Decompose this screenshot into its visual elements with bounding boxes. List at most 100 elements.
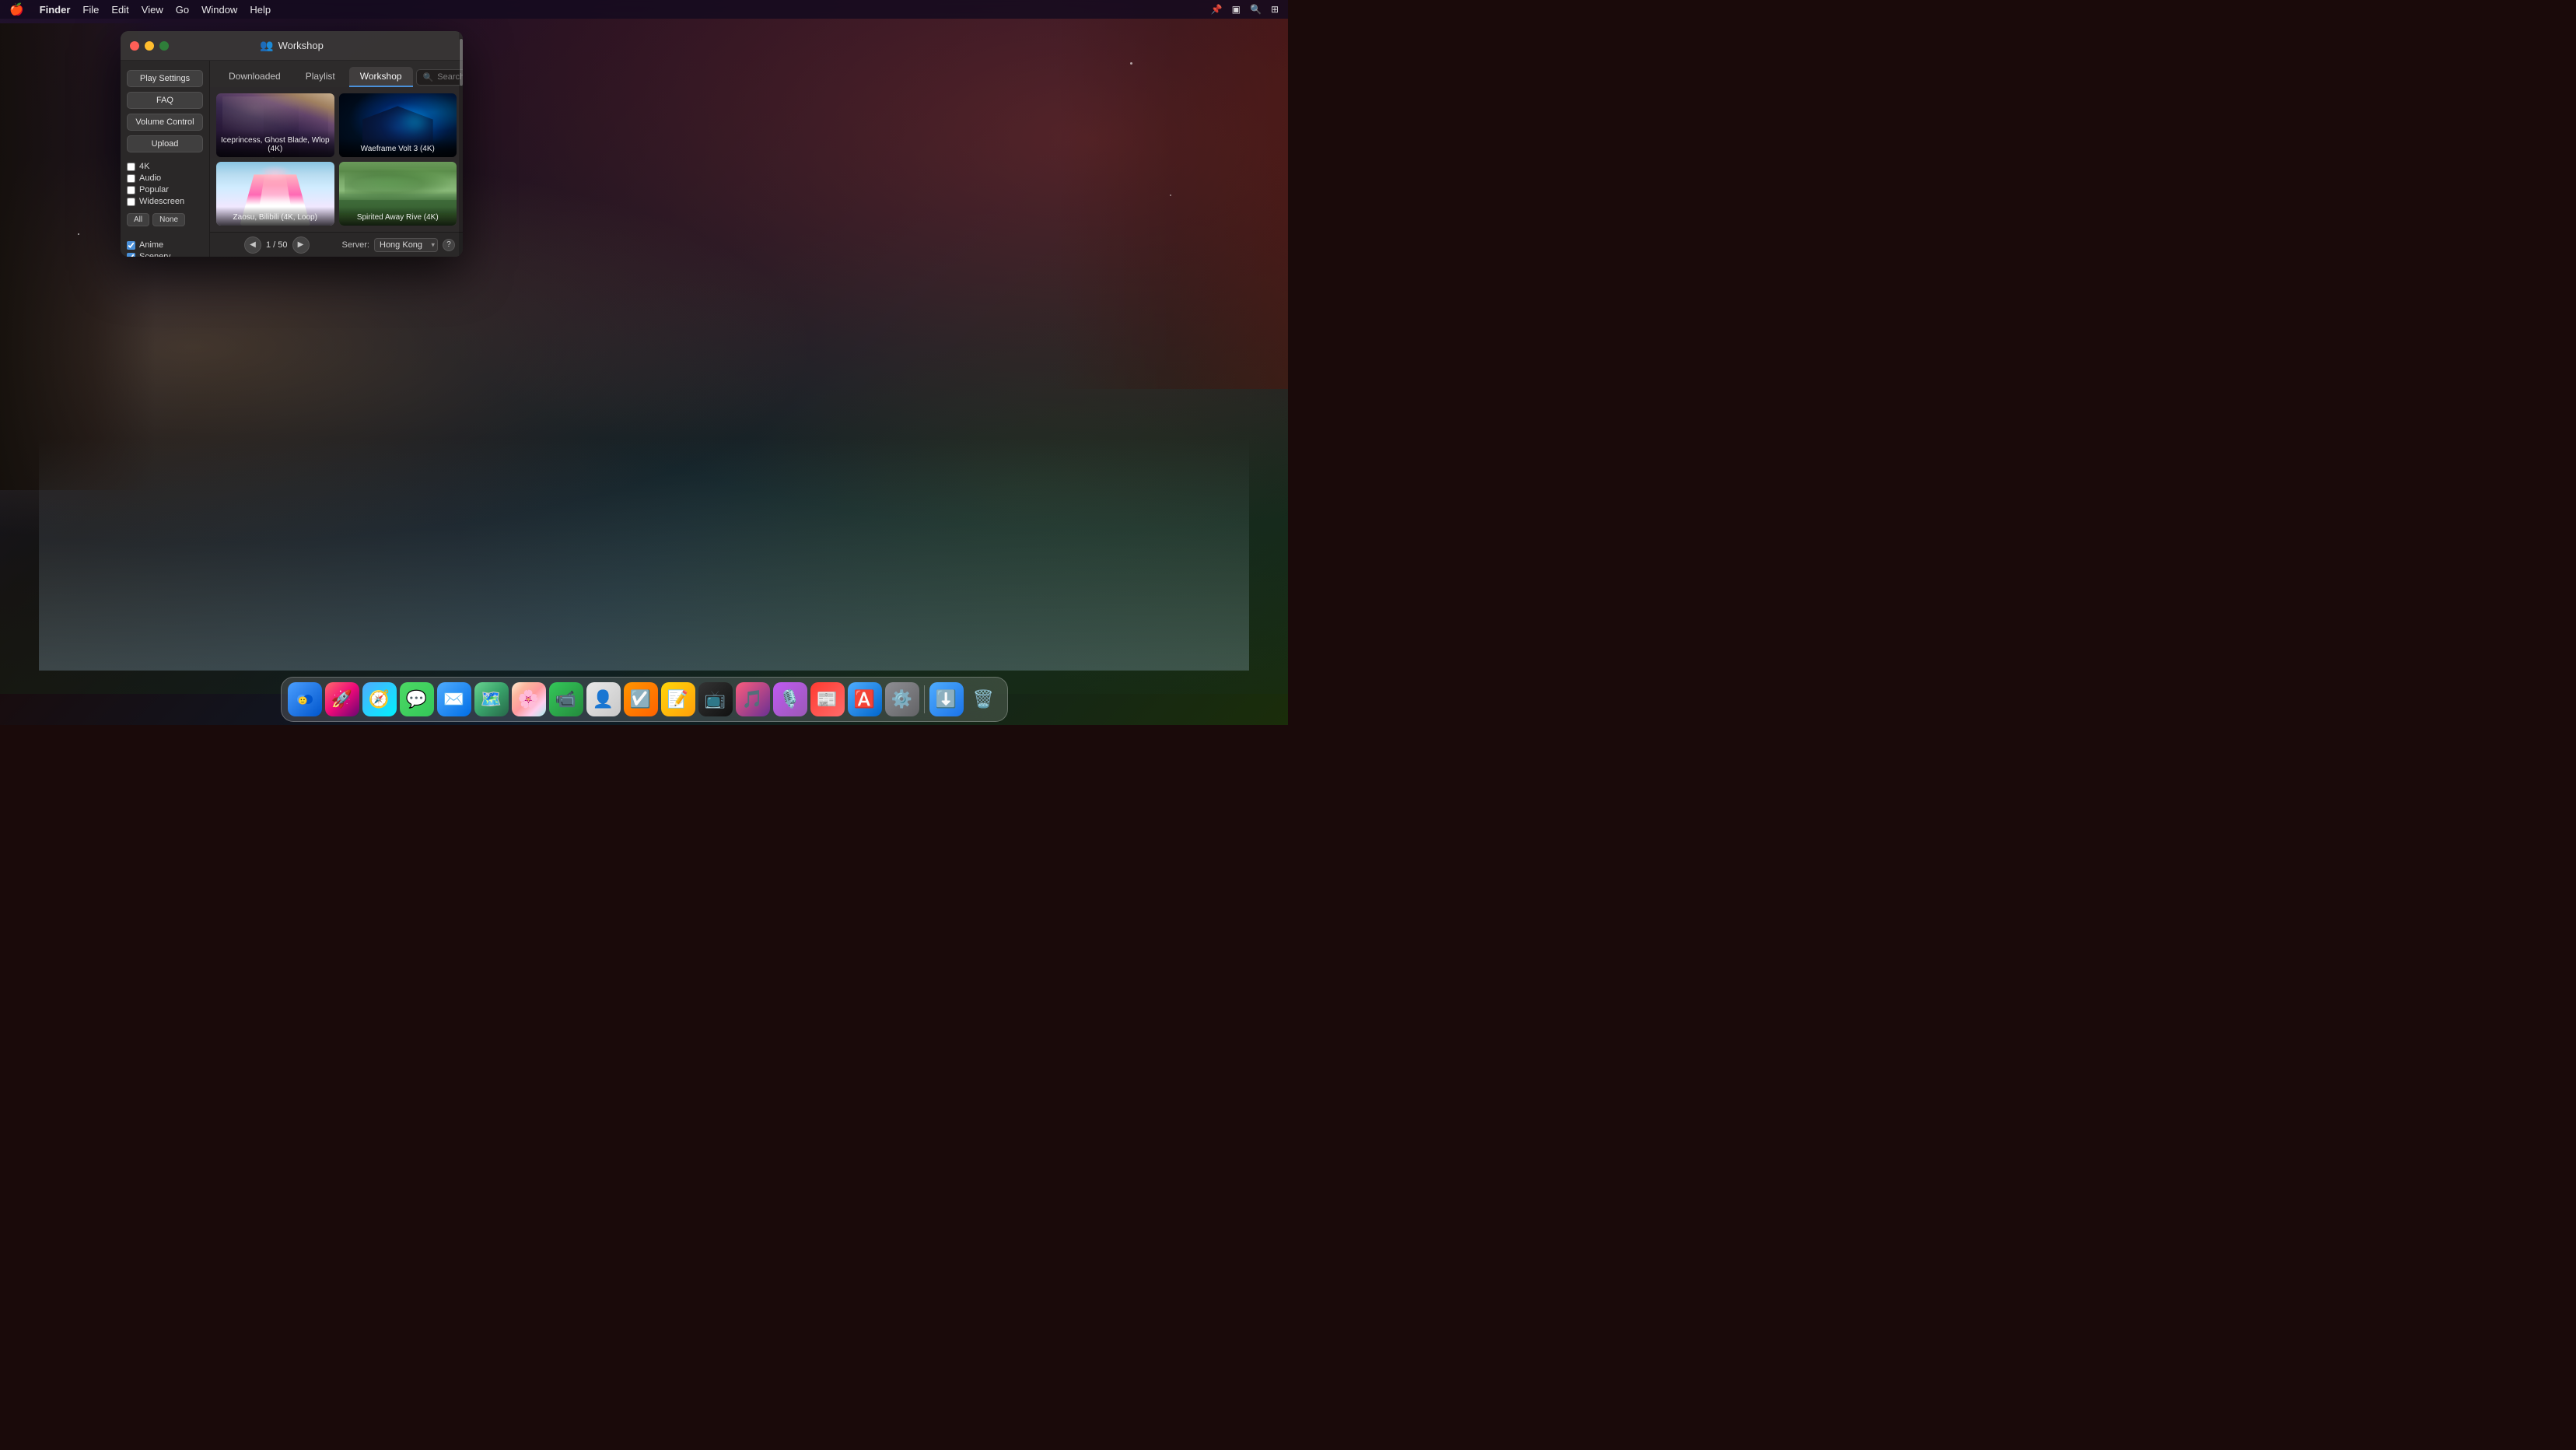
dock-music[interactable]: 🎵: [736, 682, 770, 716]
play-settings-button[interactable]: Play Settings: [127, 70, 203, 87]
checkbox-anime-label: Anime: [139, 240, 163, 250]
grid-item-2[interactable]: Waeframe Volt 3 (4K): [339, 93, 457, 157]
screen-icon: ▣: [1232, 4, 1241, 15]
checkbox-audio-input[interactable]: [127, 174, 135, 183]
faq-button[interactable]: FAQ: [127, 92, 203, 109]
menubar-view[interactable]: View: [142, 4, 163, 16]
dock-photos[interactable]: 🌸: [512, 682, 546, 716]
filter-checkboxes-top: 4K Audio Popular Widescreen: [127, 162, 203, 208]
checkbox-4k: 4K: [127, 162, 203, 171]
grid-item-2-label: Waeframe Volt 3 (4K): [339, 138, 457, 157]
bottom-bar: ◀ 1 / 50 ▶ Server: Hong Kong US West US …: [210, 232, 463, 257]
checkbox-scenery: Scenery: [127, 252, 203, 257]
menubar-window[interactable]: Window: [201, 4, 237, 16]
prev-page-button[interactable]: ◀: [244, 236, 261, 254]
filter-all-button[interactable]: All: [127, 213, 149, 226]
close-button[interactable]: [130, 41, 139, 51]
checkbox-scenery-input[interactable]: [127, 253, 135, 257]
dock-news[interactable]: 📰: [810, 682, 845, 716]
grid-item-1-label: Iceprincess, Ghost Blade, Wlop (4K): [216, 130, 334, 157]
tab-downloaded[interactable]: Downloaded: [218, 67, 292, 87]
dock-reminders[interactable]: ☑️: [624, 682, 658, 716]
search-menubar-icon[interactable]: 🔍: [1250, 4, 1262, 15]
sidebar: Play Settings FAQ Volume Control Upload …: [121, 61, 210, 257]
dock-system-preferences[interactable]: ⚙️: [885, 682, 919, 716]
checkbox-popular-label: Popular: [139, 185, 169, 194]
checkbox-popular: Popular: [127, 185, 203, 194]
window-content: Play Settings FAQ Volume Control Upload …: [121, 61, 463, 257]
server-select[interactable]: Hong Kong US West US East Europe Asia: [374, 238, 438, 252]
window-title: 👥 Workshop: [260, 39, 324, 52]
next-page-button[interactable]: ▶: [292, 236, 310, 254]
dock-contacts[interactable]: 👤: [586, 682, 621, 716]
tab-playlist[interactable]: Playlist: [295, 67, 346, 87]
volume-control-button[interactable]: Volume Control: [127, 114, 203, 131]
minimize-button[interactable]: [145, 41, 154, 51]
dock-messages[interactable]: 💬: [400, 682, 434, 716]
menubar-left: 🍎 Finder File Edit View Go Window Help: [9, 2, 271, 16]
dock-appletv[interactable]: 📺: [698, 682, 733, 716]
window-title-text: Workshop: [278, 40, 324, 51]
dock-downloads[interactable]: ⬇️: [929, 682, 964, 716]
checkbox-audio: Audio: [127, 173, 203, 183]
dock-launchpad[interactable]: 🚀: [325, 682, 359, 716]
server-row: Server: Hong Kong US West US East Europe…: [342, 238, 455, 252]
dock-appstore[interactable]: 🅰️: [848, 682, 882, 716]
checkbox-4k-input[interactable]: [127, 163, 135, 171]
dock-separator: [924, 685, 925, 713]
checkbox-4k-label: 4K: [139, 162, 149, 171]
grid-item-1[interactable]: Iceprincess, Ghost Blade, Wlop (4K): [216, 93, 334, 157]
dock-podcasts[interactable]: 🎙️: [773, 682, 807, 716]
maximize-button[interactable]: [159, 41, 169, 51]
server-select-wrapper: Hong Kong US West US East Europe Asia: [374, 238, 438, 252]
traffic-lights: [130, 41, 169, 51]
window-titlebar: 👥 Workshop: [121, 31, 463, 61]
wallpaper-grid: Iceprincess, Ghost Blade, Wlop (4K) Waef…: [210, 87, 463, 232]
grid-item-3[interactable]: Zaosu, Bilibili (4K, Loop): [216, 162, 334, 226]
dock-notes[interactable]: 📝: [661, 682, 695, 716]
apple-menu-icon[interactable]: 🍎: [9, 2, 24, 16]
grid-item-4-label: Spirited Away Rive (4K): [339, 207, 457, 226]
search-bar: 🔍: [416, 69, 463, 86]
menubar-file[interactable]: File: [82, 4, 99, 16]
filter-none-button[interactable]: None: [152, 213, 185, 226]
dock-container: 🙂 🚀 🧭 💬 ✉️ 🗺️ 🌸 📹 👤 ☑️: [281, 677, 1008, 722]
checkbox-anime: Anime: [127, 240, 203, 250]
checkbox-widescreen-label: Widescreen: [139, 197, 184, 206]
window-title-icon: 👥: [260, 39, 273, 52]
server-label: Server:: [342, 240, 369, 250]
help-button[interactable]: ?: [443, 239, 455, 251]
menubar-go[interactable]: Go: [176, 4, 189, 16]
dock-safari[interactable]: 🧭: [362, 682, 397, 716]
scroll-indicator[interactable]: [459, 61, 463, 257]
checkbox-anime-input[interactable]: [127, 241, 135, 250]
checkbox-widescreen-input[interactable]: [127, 198, 135, 206]
control-center-icon[interactable]: ⊞: [1271, 4, 1279, 15]
search-icon: 🔍: [423, 72, 434, 82]
page-indicator: 1 / 50: [266, 240, 288, 250]
tab-workshop[interactable]: Workshop: [349, 67, 413, 87]
dock-facetime[interactable]: 📹: [549, 682, 583, 716]
dock-trash[interactable]: 🗑️: [967, 682, 1001, 716]
main-area: Downloaded Playlist Workshop 🔍: [210, 61, 463, 257]
menubar-finder[interactable]: Finder: [40, 4, 71, 16]
checkbox-audio-label: Audio: [139, 173, 161, 183]
page-navigation: ◀ 1 / 50 ▶: [244, 236, 310, 254]
svg-text:🙂: 🙂: [298, 696, 307, 706]
dock: 🙂 🚀 🧭 💬 ✉️ 🗺️ 🌸 📹 👤 ☑️: [0, 671, 1288, 725]
menubar-edit[interactable]: Edit: [111, 4, 128, 16]
category-checkboxes: Anime Scenery Cute Game Creative: [127, 240, 203, 257]
menubar: 🍎 Finder File Edit View Go Window Help 📌…: [0, 0, 1288, 19]
pin-icon: 📌: [1211, 4, 1223, 15]
menubar-help[interactable]: Help: [250, 4, 271, 16]
checkbox-widescreen: Widescreen: [127, 197, 203, 206]
upload-button[interactable]: Upload: [127, 135, 203, 152]
checkbox-scenery-label: Scenery: [139, 252, 170, 257]
tabs-row: Downloaded Playlist Workshop 🔍: [210, 61, 463, 87]
dock-maps[interactable]: 🗺️: [474, 682, 509, 716]
dock-finder[interactable]: 🙂: [288, 682, 322, 716]
checkbox-popular-input[interactable]: [127, 186, 135, 194]
workshop-window: 👥 Workshop Play Settings FAQ Volume Cont…: [121, 31, 463, 257]
dock-mail[interactable]: ✉️: [437, 682, 471, 716]
grid-item-4[interactable]: Spirited Away Rive (4K): [339, 162, 457, 226]
